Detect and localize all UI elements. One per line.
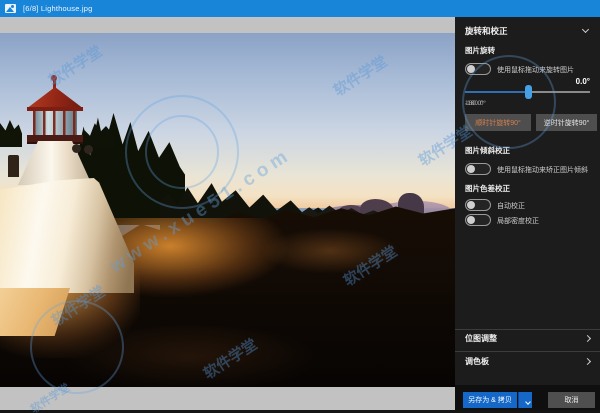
- row-palette[interactable]: 调色板: [465, 356, 590, 370]
- photo-editor-window: [6/8] Lighthouse.jpg: [0, 0, 600, 413]
- toggle-knob: [467, 65, 475, 73]
- rotate-clockwise-90-button[interactable]: 顺时针旋转90°: [465, 114, 531, 131]
- section-header-label: 旋转和校正: [465, 25, 508, 37]
- drag-tilt-toggle-label: 使用鼠标拖动来矫正图片倾斜: [497, 165, 588, 175]
- photo-viewer: [0, 17, 455, 410]
- row-bitmap-adjust-label: 位图调整: [465, 333, 497, 344]
- lighthouse-vent: [72, 144, 81, 153]
- drag-rotate-toggle-label: 使用鼠标拖动来旋转图片: [497, 65, 574, 75]
- drag-tilt-toggle[interactable]: [465, 163, 491, 175]
- auto-correct-toggle[interactable]: [465, 199, 491, 211]
- edit-panel: 旋转和校正 图片旋转 使用鼠标拖动来旋转图片 0.0° -180.0° 180.…: [455, 17, 600, 410]
- separator: [455, 351, 600, 352]
- chevron-right-icon: [584, 358, 591, 365]
- tilt-correct-label: 图片倾斜校正: [465, 145, 590, 156]
- separator: [455, 329, 600, 330]
- row-palette-label: 调色板: [465, 356, 489, 367]
- row-bitmap-adjust[interactable]: 位图调整: [465, 333, 590, 347]
- rotate-counterclockwise-90-button[interactable]: 逆时针旋转90°: [536, 114, 597, 131]
- chevron-down-icon: [582, 26, 589, 33]
- lighthouse-door: [8, 155, 19, 177]
- rotation-slider[interactable]: [465, 85, 590, 99]
- toggle-knob: [467, 216, 475, 224]
- save-options-dropdown-button[interactable]: [518, 392, 532, 408]
- footer-bar: 另存为 & 拷贝 取消: [455, 385, 600, 410]
- section-header-rotate-correct[interactable]: 旋转和校正: [465, 25, 590, 39]
- chromatic-correct-label: 图片色差校正: [465, 183, 590, 194]
- lighthouse-lantern-room: [33, 111, 77, 137]
- local-density-toggle-label: 局部密度校正: [497, 216, 539, 226]
- chevron-right-icon: [584, 335, 591, 342]
- cancel-button[interactable]: 取消: [548, 392, 595, 408]
- toggle-knob: [467, 165, 475, 173]
- save-as-copy-button[interactable]: 另存为 & 拷贝: [463, 392, 517, 408]
- slider-max-label: 180.0°: [465, 100, 484, 107]
- local-density-toggle[interactable]: [465, 214, 491, 226]
- auto-correct-toggle-label: 自动校正: [497, 201, 525, 211]
- drag-rotate-toggle[interactable]: [465, 63, 491, 75]
- chevron-down-icon: [525, 399, 531, 405]
- image-rotate-label: 图片旋转: [465, 45, 590, 56]
- slider-thumb[interactable]: [525, 85, 532, 99]
- title-bar: [6/8] Lighthouse.jpg: [0, 0, 600, 17]
- photo-app-icon: [5, 4, 16, 13]
- window-title: [6/8] Lighthouse.jpg: [23, 4, 92, 13]
- toggle-knob: [467, 201, 475, 209]
- lighthouse-vent: [84, 145, 93, 154]
- lighthouse-photo[interactable]: [0, 33, 455, 387]
- slider-fill: [465, 91, 527, 93]
